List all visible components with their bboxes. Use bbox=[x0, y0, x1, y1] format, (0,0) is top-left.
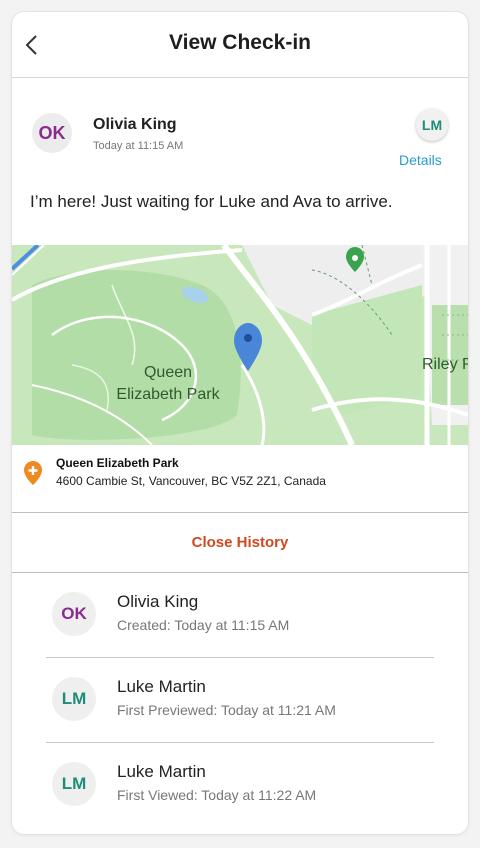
history-avatar: OK bbox=[52, 592, 96, 636]
history-item: OK Olivia King Created: Today at 11:15 A… bbox=[46, 573, 434, 658]
history-detail: First Previewed: Today at 11:21 AM bbox=[117, 702, 336, 718]
close-history-button[interactable]: Close History bbox=[12, 513, 468, 573]
history-name: Olivia King bbox=[117, 592, 199, 611]
map-side-label: Riley P bbox=[422, 356, 468, 373]
author-avatar: OK bbox=[32, 113, 72, 153]
location-marker-icon bbox=[24, 461, 42, 485]
location-row[interactable]: Queen Elizabeth Park 4600 Cambie St, Van… bbox=[12, 445, 468, 513]
map-park-label: Queen bbox=[144, 364, 192, 381]
history-name: Luke Martin bbox=[117, 762, 206, 781]
location-name: Queen Elizabeth Park bbox=[56, 456, 179, 470]
history-detail: First Viewed: Today at 11:22 AM bbox=[117, 787, 317, 803]
map-canvas: Queen Elizabeth Park Riley P bbox=[12, 245, 468, 445]
history-avatar: LM bbox=[52, 762, 96, 806]
history-name: Luke Martin bbox=[117, 677, 206, 696]
author-name: Olivia King bbox=[93, 116, 177, 133]
header-bar: View Check-in bbox=[12, 12, 468, 78]
author-timestamp: Today at 11:15 AM bbox=[93, 140, 184, 152]
history-item: LM Luke Martin First Viewed: Today at 11… bbox=[46, 743, 434, 828]
page-title: View Check-in bbox=[169, 31, 311, 54]
map-park-label-2: Elizabeth Park bbox=[116, 386, 220, 403]
checkin-message: I’m here! Just waiting for Luke and Ava … bbox=[30, 192, 393, 211]
details-link[interactable]: Details bbox=[399, 152, 442, 168]
location-address: 4600 Cambie St, Vancouver, BC V5Z 2Z1, C… bbox=[56, 474, 326, 488]
history-avatar: LM bbox=[52, 677, 96, 721]
checkin-card: View Check-in OK Olivia King Today at 11… bbox=[12, 12, 468, 834]
recipient-avatar[interactable]: LM bbox=[416, 109, 448, 141]
history-detail: Created: Today at 11:15 AM bbox=[117, 617, 290, 633]
location-map[interactable]: Queen Elizabeth Park Riley P bbox=[12, 245, 468, 445]
history-item: LM Luke Martin First Previewed: Today at… bbox=[46, 658, 434, 743]
